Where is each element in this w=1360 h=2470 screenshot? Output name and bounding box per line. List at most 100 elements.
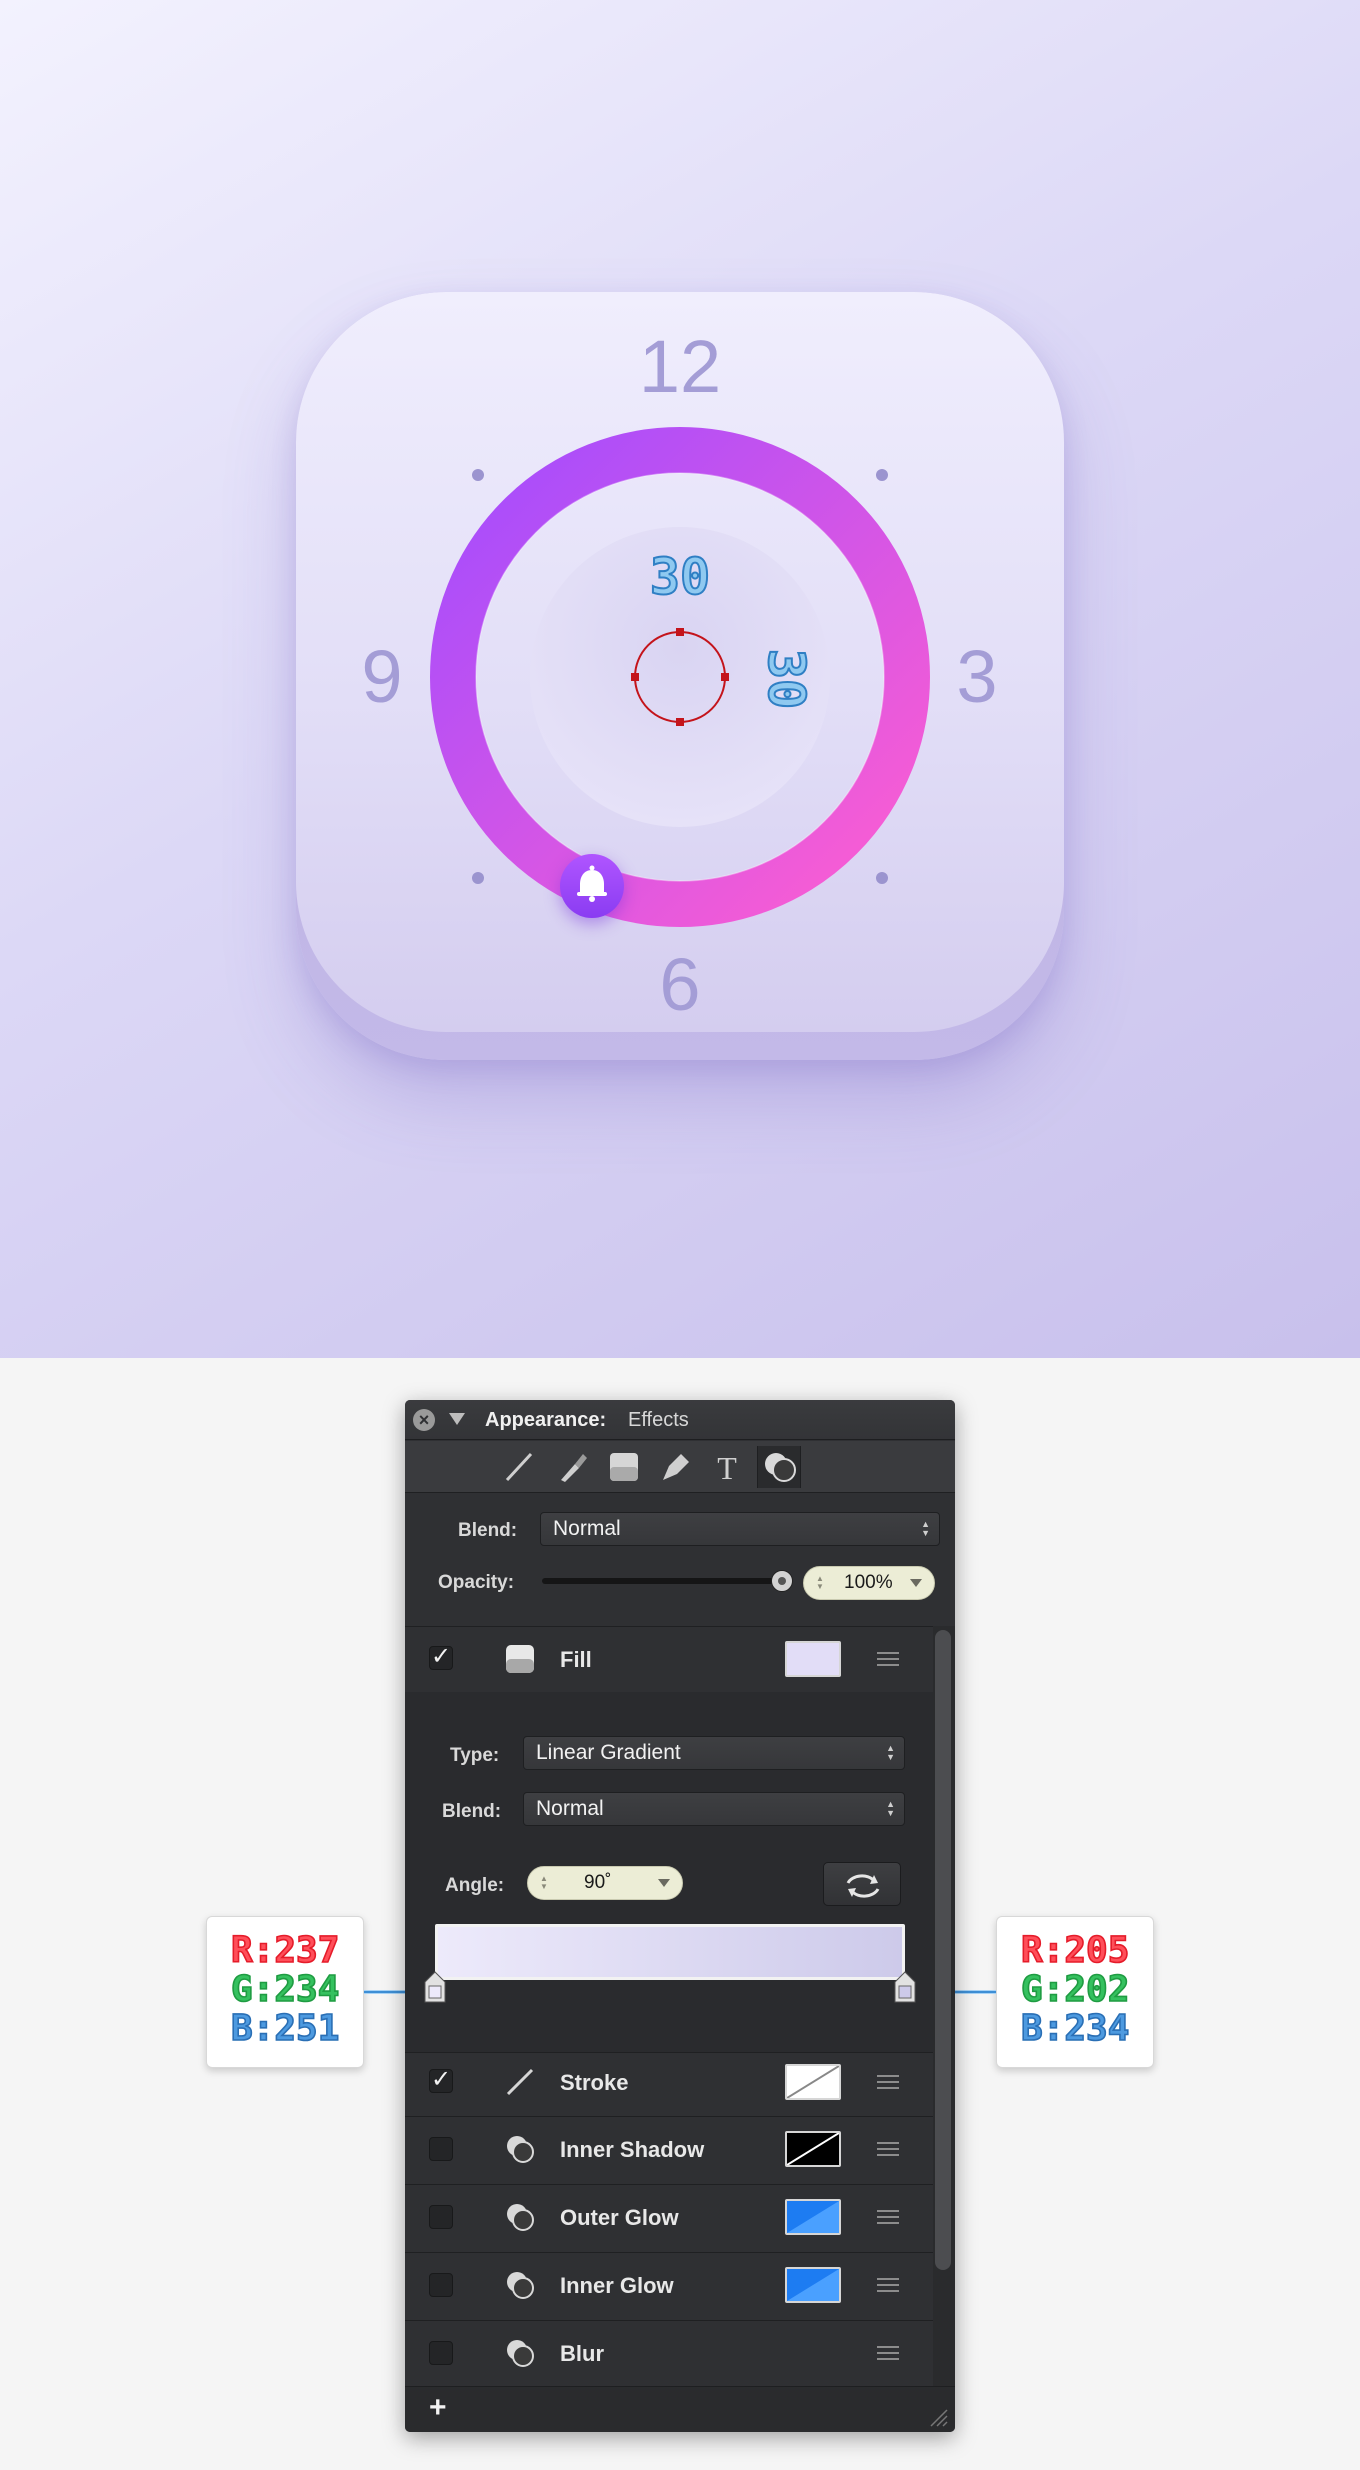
select-arrows-icon: ▲ ▼ — [921, 1519, 930, 1538]
divider — [405, 1626, 933, 1627]
text-tool-icon[interactable]: T — [705, 1446, 749, 1488]
fill-blend-label: Blend: — [442, 1801, 502, 1822]
gradient-stop-right[interactable] — [891, 1970, 919, 2004]
inner-shadow-swatch[interactable] — [785, 2131, 841, 2167]
blend-select[interactable]: Normal ▲ ▼ — [540, 1512, 940, 1546]
panel-footer: + — [405, 2386, 955, 2432]
blur-row-label: Blur — [560, 2341, 604, 2366]
angle-value: 90˚ — [584, 1872, 612, 1893]
inner-shadow-checkbox[interactable] — [429, 2137, 453, 2161]
selection-handle[interactable] — [721, 673, 729, 681]
fill-checkbox[interactable]: ✓ — [429, 1645, 453, 1670]
inner-glow-checkbox[interactable] — [429, 2273, 453, 2297]
outer-glow-checkbox[interactable] — [429, 2205, 453, 2229]
opacity-value: 100% — [844, 1572, 893, 1593]
pen-tool-icon[interactable] — [653, 1446, 697, 1488]
measure-top-label: 30 — [650, 548, 710, 606]
divider — [405, 2252, 933, 2253]
opacity-slider-knob[interactable] — [771, 1570, 793, 1592]
left-green-value: G:234 — [230, 1969, 340, 2010]
right-blue-value: B:234 — [1020, 2008, 1130, 2049]
inner-shadow-row-label: Inner Shadow — [560, 2137, 705, 2162]
gradient-type-select[interactable]: Linear Gradient ▲ ▼ — [523, 1736, 905, 1770]
divider — [405, 2052, 933, 2053]
add-effect-button[interactable]: + — [429, 2391, 447, 2425]
clock-face: 12 3 6 9 30 30 — [361, 325, 997, 1026]
hour-12-label: 12 — [639, 325, 721, 408]
drag-handle-icon[interactable] — [877, 2346, 899, 2360]
stepper-arrows-icon: ▲ ▼ — [540, 1874, 548, 1891]
scrollbar-thumb[interactable] — [935, 1630, 951, 2270]
resize-grip-icon[interactable] — [927, 2406, 949, 2428]
artwork-canvas: 12 3 6 9 30 30 — [0, 0, 1360, 1358]
divider — [405, 2184, 933, 2185]
reverse-gradient-button[interactable] — [823, 1862, 901, 1906]
drag-handle-icon[interactable] — [877, 1652, 899, 1666]
left-red-value: R:237 — [230, 1930, 340, 1971]
measure-right-label: 30 — [757, 649, 815, 709]
panel-title-value: Effects — [628, 1409, 689, 1431]
stroke-row-label: Stroke — [560, 2070, 629, 2095]
angle-stepper[interactable]: ▲ ▼ 90˚ — [527, 1866, 683, 1900]
brush-tool-icon[interactable] — [549, 1446, 593, 1488]
blend-select-value: Normal — [553, 1517, 621, 1540]
fill-blend-select[interactable]: Normal ▲ ▼ — [523, 1792, 905, 1826]
select-arrows-icon: ▲ ▼ — [886, 1743, 895, 1762]
divider — [405, 2116, 933, 2117]
outer-glow-effect-icon — [507, 2204, 534, 2231]
close-icon[interactable]: × — [413, 1409, 435, 1431]
dropdown-arrow-icon — [658, 1879, 670, 1887]
outer-glow-row-label: Outer Glow — [560, 2205, 679, 2230]
inner-glow-effect-icon — [507, 2272, 534, 2299]
left-color-callout: R:237 G:234 B:251 — [206, 1916, 364, 2068]
selection-handle[interactable] — [631, 673, 639, 681]
right-color-callout: R:205 G:202 B:234 — [996, 1916, 1154, 2068]
tick-dot — [876, 469, 888, 481]
stroke-swatch[interactable] — [785, 2064, 841, 2100]
effects-tool-icon[interactable] — [757, 1446, 801, 1488]
gradient-preview-bar[interactable] — [435, 1924, 905, 1980]
hour-3-label: 3 — [956, 635, 997, 718]
opacity-label: Opacity: — [438, 1572, 515, 1593]
inspector-area: R:237 G:234 B:251 R:205 G:202 B:234 × Ap… — [0, 1358, 1360, 2470]
gradient-stop-left[interactable] — [421, 1970, 449, 2004]
right-green-value: G:202 — [1020, 1969, 1130, 2010]
inner-glow-swatch[interactable] — [785, 2267, 841, 2303]
panel-title-label: Appearance: — [485, 1409, 607, 1431]
stroke-icon — [506, 2068, 534, 2096]
angle-label: Angle: — [445, 1875, 505, 1896]
drag-handle-icon[interactable] — [877, 2075, 899, 2089]
inner-glow-row-label: Inner Glow — [560, 2273, 674, 2298]
appearance-toolbar: T — [405, 1441, 955, 1493]
fill-blend-value: Normal — [536, 1797, 604, 1820]
fill-swatch[interactable] — [785, 1641, 841, 1677]
blur-effect-icon — [507, 2340, 534, 2367]
stroke-tool-icon[interactable] — [497, 1446, 541, 1488]
stepper-arrows-icon: ▲ ▼ — [816, 1574, 824, 1591]
drag-handle-icon[interactable] — [877, 2278, 899, 2292]
blur-checkbox[interactable] — [429, 2341, 453, 2365]
selection-handle[interactable] — [676, 628, 684, 636]
divider — [405, 2320, 933, 2321]
outer-glow-swatch[interactable] — [785, 2199, 841, 2235]
select-arrows-icon: ▲ ▼ — [886, 1799, 895, 1818]
right-red-value: R:205 — [1020, 1930, 1130, 1971]
left-blue-value: B:251 — [230, 2008, 340, 2049]
swap-arrows-icon — [846, 1874, 880, 1898]
opacity-slider-track[interactable] — [542, 1578, 782, 1584]
gradient-type-value: Linear Gradient — [536, 1741, 681, 1764]
stroke-checkbox[interactable]: ✓ — [429, 2068, 453, 2093]
selection-handle[interactable] — [676, 718, 684, 726]
drag-handle-icon[interactable] — [877, 2210, 899, 2224]
hour-9-label: 9 — [361, 635, 402, 718]
disclosure-triangle-icon[interactable] — [449, 1413, 465, 1425]
blend-label: Blend: — [458, 1520, 518, 1541]
dropdown-arrow-icon — [910, 1579, 922, 1587]
svg-text:T: T — [717, 1450, 737, 1486]
opacity-stepper[interactable]: ▲ ▼ 100% — [803, 1566, 935, 1600]
type-label: Type: — [450, 1745, 500, 1766]
drag-handle-icon[interactable] — [877, 2142, 899, 2156]
fill-tool-icon[interactable] — [601, 1446, 645, 1488]
tick-dot — [876, 872, 888, 884]
appearance-panel: × Appearance: Effects T Blend: Normal ▲ … — [405, 1400, 955, 2432]
